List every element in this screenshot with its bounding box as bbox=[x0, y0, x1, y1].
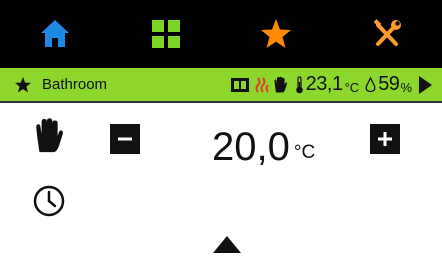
setpoint-value: 20,0 bbox=[212, 127, 290, 167]
decrease-setpoint-button[interactable] bbox=[110, 124, 140, 154]
nav-favorites-button[interactable] bbox=[221, 0, 332, 68]
humidity-unit: % bbox=[400, 80, 412, 95]
room-title[interactable]: Bathroom bbox=[14, 68, 107, 101]
window-icon bbox=[231, 77, 249, 93]
hand-icon bbox=[33, 117, 63, 155]
home-icon bbox=[38, 17, 72, 51]
current-humidity: 59 bbox=[378, 73, 399, 96]
manual-mode-icon bbox=[273, 76, 287, 94]
triangle-up-icon bbox=[213, 236, 241, 253]
star-icon bbox=[259, 17, 293, 51]
manual-mode-button[interactable] bbox=[33, 117, 63, 155]
star-icon bbox=[14, 76, 32, 94]
room-indicators: 23,1 °C 59 % bbox=[231, 68, 432, 101]
tools-icon bbox=[370, 17, 404, 51]
setpoint-unit: °C bbox=[294, 142, 315, 164]
current-temperature: 23,1 bbox=[306, 73, 343, 96]
setpoint-display: 20,0 °C bbox=[212, 117, 315, 167]
nav-home-button[interactable] bbox=[0, 0, 111, 68]
humidity-icon bbox=[365, 77, 376, 93]
minus-icon bbox=[116, 130, 134, 148]
thermometer-icon bbox=[295, 76, 304, 94]
room-name: Bathroom bbox=[42, 76, 107, 93]
increase-setpoint-button[interactable] bbox=[370, 124, 400, 154]
play-icon[interactable] bbox=[418, 76, 432, 94]
clock-icon bbox=[32, 184, 66, 218]
temperature-unit: °C bbox=[345, 80, 360, 95]
nav-settings-button[interactable] bbox=[332, 0, 442, 68]
top-navbar bbox=[0, 0, 442, 68]
thermostat-panel: 20,0 °C bbox=[0, 103, 442, 253]
plus-icon bbox=[376, 130, 394, 148]
schedule-button[interactable] bbox=[32, 184, 66, 218]
expand-panel-button[interactable] bbox=[213, 236, 241, 253]
nav-rooms-button[interactable] bbox=[111, 0, 222, 68]
grid-icon bbox=[150, 18, 182, 50]
room-status-bar: Bathroom bbox=[0, 68, 442, 103]
heating-icon bbox=[254, 77, 270, 93]
